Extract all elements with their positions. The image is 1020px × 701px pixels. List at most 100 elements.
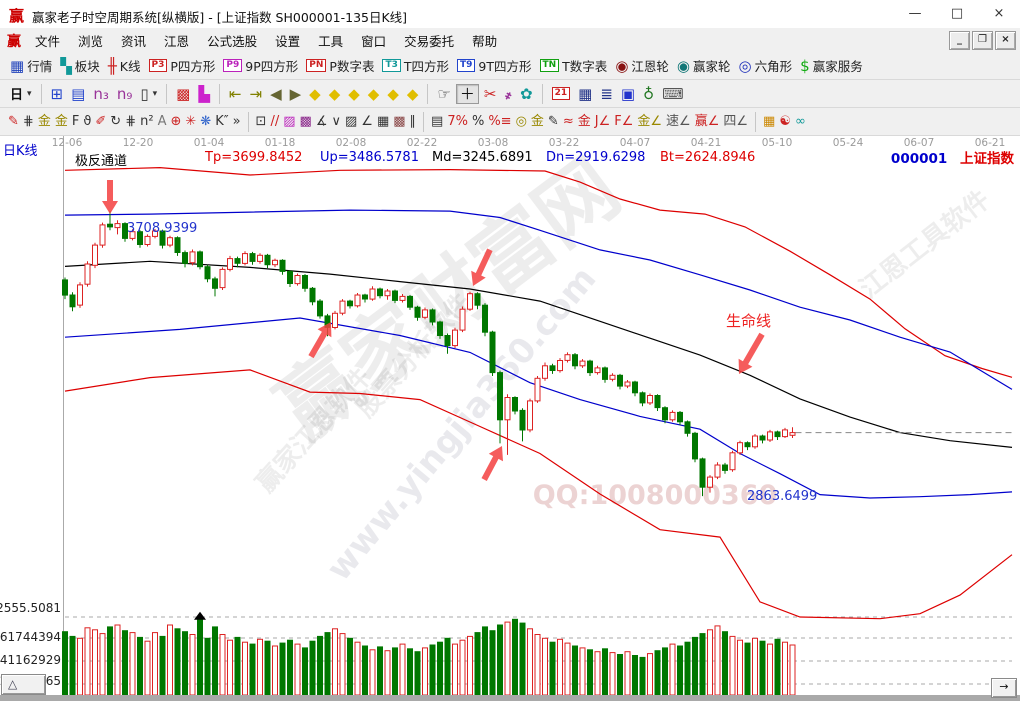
four-angle-button[interactable]: 四∠ xyxy=(721,113,750,131)
k-quote-button[interactable]: K″ xyxy=(213,113,230,131)
first-bar-button[interactable]: ⇤ xyxy=(226,85,245,103)
multi-window-button[interactable]: ▩ xyxy=(173,85,193,103)
menu-item-江恩[interactable]: 江恩 xyxy=(155,31,198,50)
dense-grid-button[interactable]: ▩ xyxy=(391,113,407,131)
p-square-button[interactable]: P3P四方形 xyxy=(146,55,219,76)
menu-item-资讯[interactable]: 资讯 xyxy=(112,31,155,50)
p9-square-button[interactable]: P99P四方形 xyxy=(220,55,301,76)
seven-percent-button[interactable]: 7% xyxy=(445,113,470,131)
big-grid-button[interactable]: ▦ xyxy=(375,113,391,131)
mdi-close-button[interactable]: × xyxy=(995,31,1016,50)
next-bar-button[interactable]: ▶ xyxy=(287,85,305,103)
kline-button[interactable]: ╫K线 xyxy=(105,55,144,76)
candle-style-button[interactable]: ▯▾ xyxy=(137,85,160,103)
annotate-pen-button[interactable]: ✎ xyxy=(546,113,561,131)
close-button[interactable]: × xyxy=(978,0,1020,28)
pane-toggle-button[interactable]: △ xyxy=(1,674,46,695)
zoom-out-button[interactable]: ◆ xyxy=(345,85,363,103)
starburst-button[interactable]: ✳ xyxy=(183,113,198,131)
menu-item-帮助[interactable]: 帮助 xyxy=(463,31,506,50)
save-button[interactable]: ▣ xyxy=(618,85,638,103)
t9-square-button[interactable]: T99T四方形 xyxy=(454,55,535,76)
mdi-restore-button[interactable]: ❐ xyxy=(972,31,993,50)
brush-tool-button[interactable]: ✎ xyxy=(6,113,21,131)
wave-line-button[interactable]: ∨ xyxy=(329,113,343,131)
period-selector[interactable]: 日▾ xyxy=(7,83,35,104)
pen-ruler-button[interactable]: ✐ xyxy=(93,113,108,131)
taiji-button[interactable]: ☯ xyxy=(777,113,793,131)
gann-mark-button[interactable]: ҂ xyxy=(501,85,515,103)
last-bar-button[interactable]: ⇥ xyxy=(246,85,265,103)
percent-line-button[interactable]: %≡ xyxy=(486,113,513,131)
golden-angle-button[interactable]: 金∠ xyxy=(635,113,664,131)
menu-item-设置[interactable]: 设置 xyxy=(266,31,309,50)
winner-service-button[interactable]: $赢家服务 xyxy=(797,55,866,76)
color-grid-button[interactable]: ▦ xyxy=(761,113,777,131)
golden-wave-button[interactable]: ≈ xyxy=(561,113,576,131)
hand-tool-button[interactable]: ☞ xyxy=(434,85,453,103)
measure-tool-button[interactable]: ✂ xyxy=(481,85,500,103)
fan-box-button[interactable]: ▨ xyxy=(281,113,297,131)
n-square-button[interactable]: n² xyxy=(138,113,155,131)
quote-button[interactable]: ▦行情 xyxy=(7,55,55,76)
price-ruler-button[interactable]: ⋕ xyxy=(123,113,138,131)
window-layout-button[interactable]: ⊞ xyxy=(48,85,67,103)
cycle-circle-button[interactable]: ↻ xyxy=(108,113,123,131)
menu-item-公式选股[interactable]: 公式选股 xyxy=(198,31,266,50)
scrollbar-track[interactable] xyxy=(0,695,1020,701)
j-angle-button[interactable]: J∠ xyxy=(593,113,613,131)
pan-right-button[interactable]: ◆ xyxy=(326,85,344,103)
winner-wheel-button[interactable]: ◉赢家轮 xyxy=(674,55,734,76)
mini-chart-9-button[interactable]: n₉ xyxy=(114,85,136,103)
web-grid-button[interactable]: ❋ xyxy=(198,113,213,131)
angle-fan-button[interactable]: ∡ xyxy=(314,113,330,131)
menu-item-浏览[interactable]: 浏览 xyxy=(69,31,112,50)
compress-view-button[interactable]: ◆ xyxy=(384,85,402,103)
chart-area[interactable]: 日K线 12-0612-2001-0401-1802-0802-2203-080… xyxy=(0,136,1020,701)
menu-item-工具[interactable]: 工具 xyxy=(309,31,352,50)
mdi-minimize-button[interactable]: _ xyxy=(949,31,970,50)
golden-line-button[interactable]: 金 xyxy=(529,113,546,131)
maximize-button[interactable]: □ xyxy=(936,0,978,28)
price-scale-button[interactable]: ▤ xyxy=(429,113,445,131)
text-tool-button[interactable]: A xyxy=(156,113,169,131)
gann-target-button[interactable]: ⊕ xyxy=(168,113,183,131)
fan-lines-button[interactable]: // xyxy=(268,113,281,131)
menu-item-文件[interactable]: 文件 xyxy=(26,31,69,50)
speed-angle-button[interactable]: 速∠ xyxy=(664,113,693,131)
hexagon-button[interactable]: ◎六角形 xyxy=(736,55,796,76)
infinity-button[interactable]: ∞ xyxy=(793,113,808,131)
angle-line-button[interactable]: ∠ xyxy=(359,113,375,131)
color-histogram-button[interactable]: ▙ xyxy=(195,85,213,103)
zoom-in-button[interactable]: ◆ xyxy=(365,85,383,103)
fan-square-button[interactable]: ▨ xyxy=(343,113,359,131)
golden-circle-button[interactable]: ◎ xyxy=(514,113,529,131)
more-tools-button[interactable]: » xyxy=(231,113,243,131)
crosshair-button[interactable]: ＋ xyxy=(456,84,479,104)
percent-button[interactable]: % xyxy=(470,113,486,131)
info-panel-button[interactable]: ▤ xyxy=(68,85,88,103)
sector-button[interactable]: ▚板块 xyxy=(57,55,103,76)
golden-band-button[interactable]: 金 xyxy=(576,113,593,131)
mini-chart-3-button[interactable]: n₃ xyxy=(90,85,112,103)
pattern-tool-button[interactable]: ✿ xyxy=(517,85,536,103)
t-square-button[interactable]: T3T四方形 xyxy=(379,55,452,76)
network-button[interactable]: ♁ xyxy=(640,85,657,103)
gann-box-button[interactable]: ⊡ xyxy=(254,113,269,131)
memo-button[interactable]: ≣ xyxy=(597,85,616,103)
prev-bar-button[interactable]: ◀ xyxy=(267,85,285,103)
minimize-button[interactable]: — xyxy=(894,0,936,28)
menu-item-交易委托[interactable]: 交易委托 xyxy=(395,31,463,50)
spiral-button[interactable]: ϑ xyxy=(81,113,93,131)
fibonacci-button[interactable]: F xyxy=(70,113,81,131)
kline-canvas[interactable]: 赢家财富网www.yingjia360.com江恩工具软件股票分析软件赢家江恩软… xyxy=(0,136,1020,701)
fan-grid-button[interactable]: ▩ xyxy=(298,113,314,131)
menu-item-窗口[interactable]: 窗口 xyxy=(352,31,395,50)
calculator-button[interactable]: ▦ xyxy=(575,85,595,103)
f-angle-button[interactable]: F∠ xyxy=(612,113,635,131)
p-number-button[interactable]: PNP数字表 xyxy=(303,55,377,76)
print-button[interactable]: ⌨ xyxy=(659,85,687,103)
gann-wheel-button[interactable]: ◉江恩轮 xyxy=(612,55,672,76)
winner-angle-button[interactable]: 赢∠ xyxy=(693,113,722,131)
scroll-right-button[interactable]: → xyxy=(991,678,1017,698)
